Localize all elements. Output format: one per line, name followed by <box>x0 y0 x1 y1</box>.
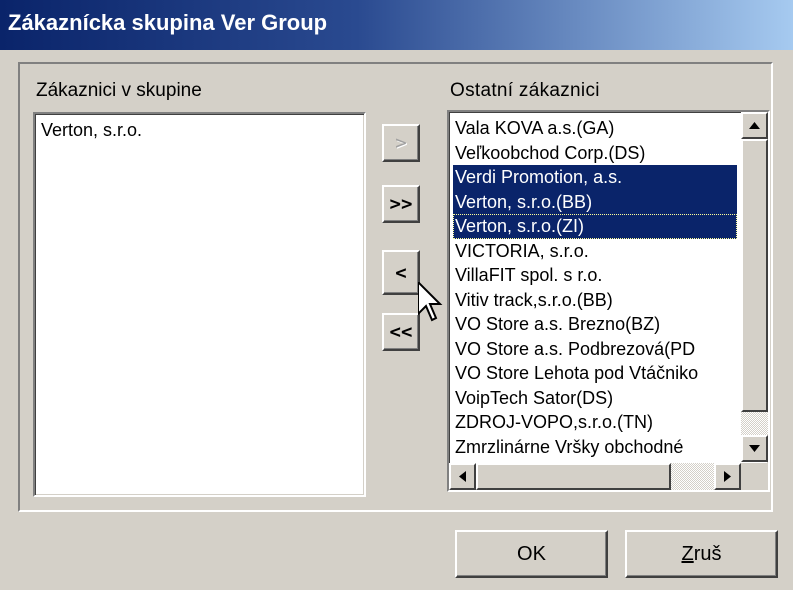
triangle-left-icon <box>459 471 466 482</box>
scrollbar-corner <box>741 463 768 490</box>
add-all-button[interactable]: >> <box>382 185 420 223</box>
triangle-right-icon <box>724 471 731 482</box>
title-bar[interactable]: Zákaznícka skupina Ver Group <box>0 0 793 50</box>
vertical-scroll-thumb[interactable] <box>741 139 768 412</box>
group-customers-label: Zákaznici v skupine <box>36 80 202 101</box>
list-item[interactable]: VO Store Lehota pod Vtáčniko <box>453 361 737 386</box>
triangle-up-icon <box>749 122 760 129</box>
add-selected-button[interactable]: > <box>382 124 420 162</box>
list-item[interactable]: Verton, s.r.o. <box>39 118 142 143</box>
ok-button-label: OK <box>517 542 546 565</box>
list-item[interactable]: VICTORIA, s.r.o. <box>453 239 737 264</box>
other-customers-label: Ostatní zákaznici <box>450 80 600 101</box>
list-item[interactable]: ZDROJ-VOPO,s.r.o.(TN) <box>453 410 737 435</box>
list-item[interactable]: Verton, s.r.o.(BB) <box>453 189 737 215</box>
list-item[interactable]: Zmrzlinárne Vršky obchodné <box>453 435 737 460</box>
mouse-pointer-icon <box>418 282 443 322</box>
list-item[interactable]: Vitiv track,s.r.o.(BB) <box>453 288 737 313</box>
triangle-down-icon <box>749 445 760 452</box>
customer-group-dialog: Zákaznícka skupina Ver Group Zákaznici v… <box>0 0 793 590</box>
scroll-down-button[interactable] <box>741 435 768 462</box>
list-item[interactable]: Vala KOVA a.s.(GA) <box>453 116 737 141</box>
scroll-left-button[interactable] <box>449 463 476 490</box>
list-item[interactable]: VoipTech Sator(DS) <box>453 386 737 411</box>
cancel-button-label: Zruš <box>681 542 722 565</box>
scroll-right-button[interactable] <box>714 463 741 490</box>
list-item[interactable]: Veľkoobchod Corp.(DS) <box>453 141 737 166</box>
horizontal-scroll-thumb[interactable] <box>476 463 671 490</box>
window-title: Zákaznícka skupina Ver Group <box>8 10 328 35</box>
list-item[interactable]: VO Store a.s. Brezno(BZ) <box>453 312 737 337</box>
scroll-up-button[interactable] <box>741 112 768 139</box>
list-item[interactable]: VillaFIT spol. s r.o. <box>453 263 737 288</box>
cancel-button[interactable]: Zruš <box>625 530 778 578</box>
remove-selected-button[interactable]: < <box>382 250 420 295</box>
group-customers-list[interactable]: Verton, s.r.o. <box>33 112 366 497</box>
vertical-scrollbar[interactable] <box>741 112 768 462</box>
horizontal-scrollbar[interactable] <box>449 463 741 490</box>
list-item[interactable]: Verton, s.r.o.(ZI) <box>453 214 737 239</box>
remove-all-button[interactable]: << <box>382 313 420 351</box>
list-item[interactable]: Verdi Promotion, a.s. <box>453 165 737 190</box>
list-item[interactable]: VO Store a.s. Podbrezová(PD <box>453 337 737 362</box>
other-customers-list[interactable]: Vala KOVA a.s.(GA) Veľkoobchod Corp.(DS) V… <box>447 110 770 492</box>
ok-button[interactable]: OK <box>455 530 608 578</box>
